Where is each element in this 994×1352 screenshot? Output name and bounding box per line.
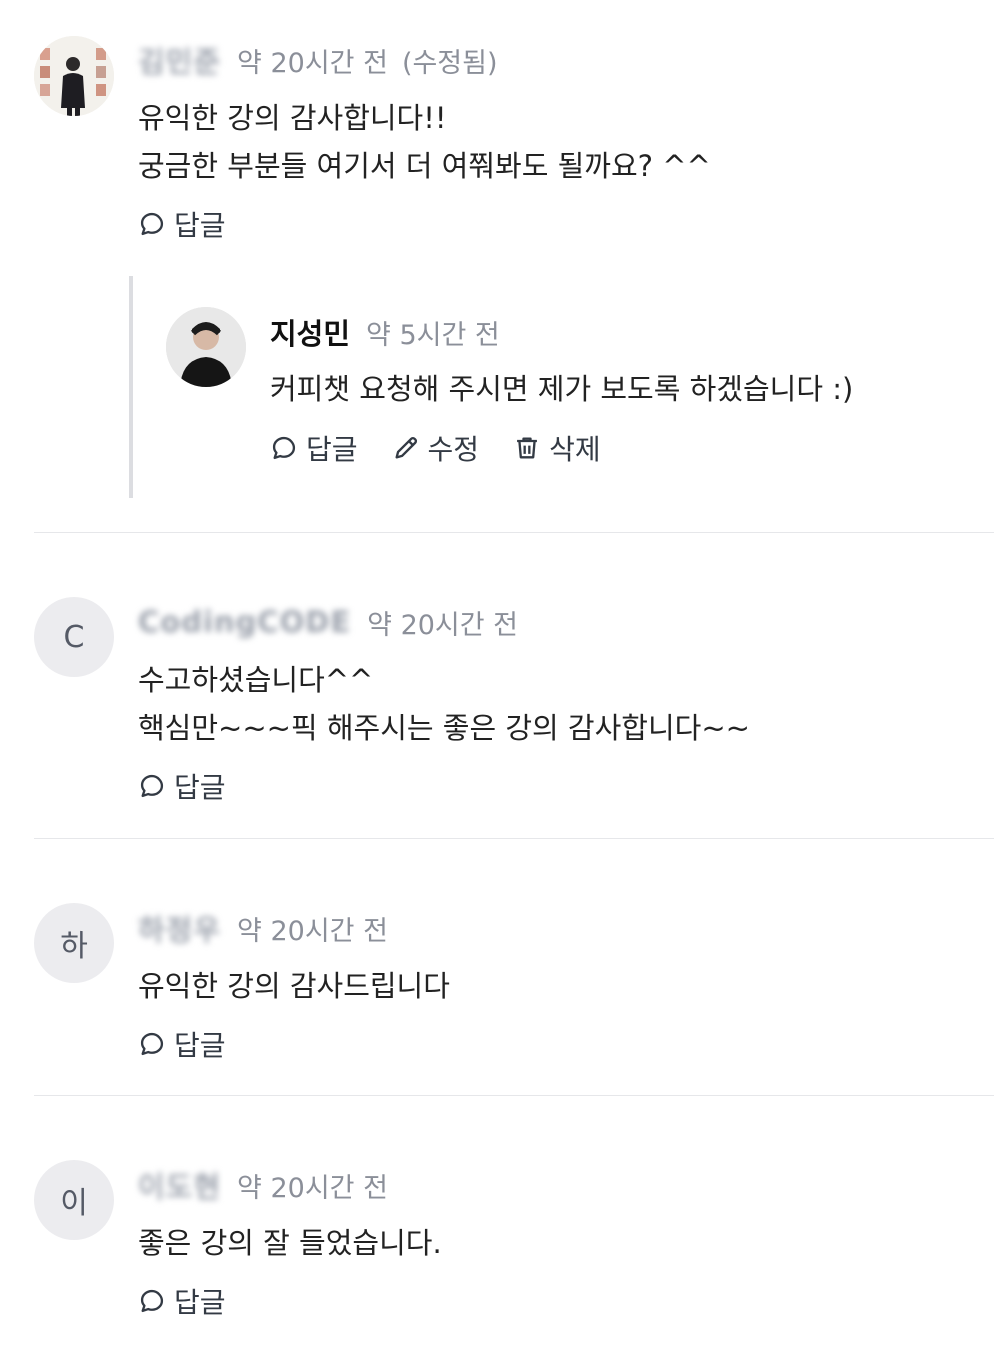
comment-line: 커피챗 요청해 주시면 제가 보도록 하겠습니다 :) [270, 372, 854, 406]
author-name[interactable]: CodingCODE [138, 605, 351, 639]
reply-button[interactable]: 답글 [138, 204, 226, 244]
avatar-letter: 하 [60, 929, 88, 964]
reply-button[interactable]: 답글 [138, 766, 226, 806]
speech-bubble-icon [272, 436, 296, 460]
comment-line: 핵심만~~~픽 해주시는 좋은 강의 감사합니다~~ [138, 711, 750, 745]
comment-meta: 지성민 약 5시간 전 [270, 312, 500, 352]
avatar-photo [166, 307, 246, 387]
timestamp: 약 20시간 전 [367, 609, 519, 641]
reply-button[interactable]: 답글 [270, 428, 358, 468]
reply-label: 답글 [174, 209, 226, 242]
avatar-photo [34, 36, 114, 116]
reply-thread-bar [129, 276, 133, 498]
delete-label: 삭제 [549, 433, 601, 466]
trash-icon [517, 437, 537, 459]
edited-label: (수정됨) [401, 47, 498, 79]
comment-actions: 답글 [138, 1281, 260, 1321]
avatar[interactable] [34, 36, 114, 116]
divider [34, 1095, 994, 1096]
author-name[interactable]: 이도현 [138, 1164, 221, 1206]
edit-label: 수정 [427, 433, 480, 466]
author-name[interactable]: 김민준 [138, 39, 221, 81]
speech-bubble-icon [140, 1032, 164, 1056]
reply-label: 답글 [306, 433, 358, 466]
reply-button[interactable]: 답글 [138, 1281, 226, 1321]
comment-actions: 답글 [138, 1024, 260, 1064]
comment-actions: 답글 [138, 766, 260, 806]
speech-bubble-icon [140, 774, 164, 798]
timestamp: 약 20시간 전 [237, 1172, 388, 1204]
comment-meta: 이도현 약 20시간 전 [138, 1165, 388, 1205]
comment-body: 커피챗 요청해 주시면 제가 보도록 하겠습니다 :) [270, 365, 853, 413]
comment-body: 좋은 강의 잘 들었습니다. [138, 1219, 442, 1267]
comment-line: 유익한 강의 감사합니다!! [138, 101, 447, 135]
speech-bubble-icon [140, 1289, 164, 1313]
reply-label: 답글 [174, 1029, 226, 1062]
avatar[interactable]: 이 [34, 1160, 114, 1240]
comment-line: 유익한 강의 감사드립니다 [138, 969, 450, 1003]
comment-line: 궁금한 부분들 여기서 더 여쭤봐도 될까요? ^^ [138, 149, 711, 183]
comment-body: 유익한 강의 감사합니다!! 궁금한 부분들 여기서 더 여쭤봐도 될까요? ^… [138, 94, 711, 190]
comment-line: 좋은 강의 잘 들었습니다. [138, 1226, 442, 1260]
divider [34, 838, 994, 839]
comment-meta: 김민준 약 20시간 전 (수정됨) [138, 40, 498, 80]
reply-label: 답글 [174, 771, 226, 804]
comment-actions: 답글 [138, 204, 260, 244]
delete-button[interactable]: 삭제 [513, 428, 601, 468]
timestamp: 약 20시간 전 [237, 915, 388, 947]
avatar[interactable] [166, 307, 246, 387]
reply-button[interactable]: 답글 [138, 1024, 226, 1064]
avatar[interactable]: 하 [34, 903, 114, 983]
avatar-letter: C [63, 619, 85, 655]
comment-line: 수고하셨습니다^^ [138, 663, 374, 697]
timestamp: 약 20시간 전 [237, 47, 388, 79]
comment-meta: CodingCODE 약 20시간 전 [138, 602, 518, 642]
comment-meta: 하정우 약 20시간 전 [138, 908, 388, 948]
comment-body: 유익한 강의 감사드립니다 [138, 962, 450, 1010]
reply-label: 답글 [174, 1286, 226, 1319]
speech-bubble-icon [140, 212, 164, 236]
comment-actions: 답글 수정 삭제 [270, 428, 635, 468]
edit-button[interactable]: 수정 [392, 428, 480, 468]
avatar[interactable]: C [34, 597, 114, 677]
author-name[interactable]: 하정우 [138, 907, 221, 949]
comment-body: 수고하셨습니다^^ 핵심만~~~픽 해주시는 좋은 강의 감사합니다~~ [138, 656, 750, 752]
timestamp: 약 5시간 전 [366, 319, 500, 351]
avatar-letter: 이 [60, 1186, 88, 1221]
divider [34, 532, 994, 533]
pencil-icon [395, 436, 417, 459]
author-name[interactable]: 지성민 [270, 311, 350, 353]
